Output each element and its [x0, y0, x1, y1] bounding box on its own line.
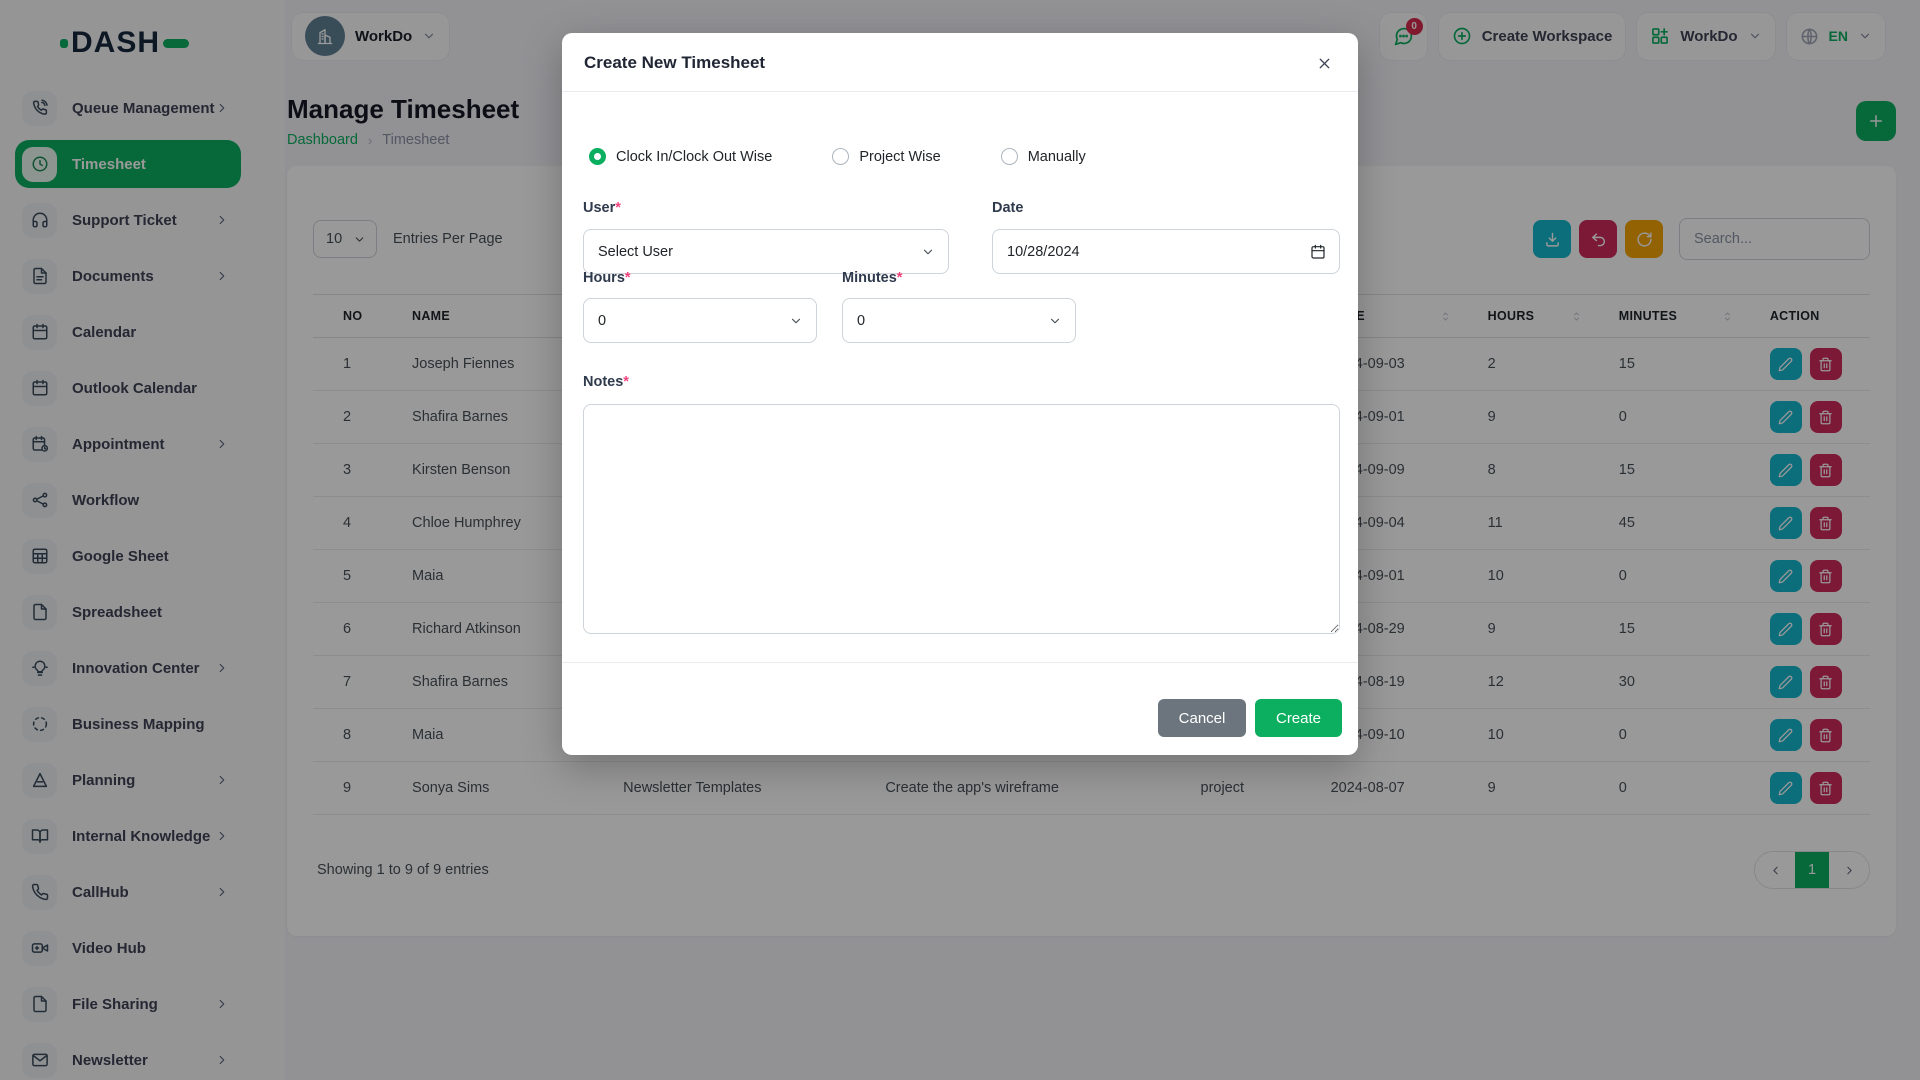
notes-label: Notes*	[583, 374, 629, 390]
radio-icon	[832, 148, 849, 165]
minutes-select-value: 0	[857, 313, 865, 329]
minutes-label: Minutes*	[842, 270, 902, 286]
required-asterisk: *	[615, 200, 621, 216]
hours-select[interactable]: 0	[583, 298, 817, 343]
create-button[interactable]: Create	[1255, 699, 1342, 737]
cancel-button[interactable]: Cancel	[1158, 699, 1246, 737]
create-timesheet-modal: Create New Timesheet Clock In/Clock Out …	[562, 33, 1358, 755]
modal-footer-divider	[562, 662, 1358, 663]
required-asterisk: *	[897, 270, 903, 286]
app-screen: DASH Queue Management Timesheet Support …	[0, 0, 1920, 1080]
date-input-value: 10/28/2024	[1007, 244, 1080, 260]
hours-select-value: 0	[598, 313, 606, 329]
user-select[interactable]: Select User	[583, 229, 949, 274]
radio-option-clock-in-clock-out-wise[interactable]: Clock In/Clock Out Wise	[589, 148, 772, 165]
timesheet-type-radio-group: Clock In/Clock Out Wise Project Wise Man…	[589, 148, 1146, 165]
modal-header-divider	[562, 91, 1358, 92]
user-select-value: Select User	[598, 244, 673, 260]
chevron-down-icon	[1048, 314, 1062, 328]
modal-close-button[interactable]	[1310, 49, 1338, 77]
radio-option-manually[interactable]: Manually	[1001, 148, 1086, 165]
required-asterisk: *	[623, 374, 629, 390]
radio-icon	[589, 148, 606, 165]
chevron-down-icon	[789, 314, 803, 328]
required-asterisk: *	[625, 270, 631, 286]
date-input[interactable]: 10/28/2024	[992, 229, 1340, 274]
radio-option-project-wise[interactable]: Project Wise	[832, 148, 940, 165]
close-icon	[1316, 55, 1333, 72]
radio-icon	[1001, 148, 1018, 165]
hours-label: Hours*	[583, 270, 631, 286]
minutes-select[interactable]: 0	[842, 298, 1076, 343]
calendar-icon	[1310, 244, 1326, 260]
user-label: User*	[583, 200, 621, 216]
modal-title: Create New Timesheet	[584, 53, 765, 73]
chevron-down-icon	[921, 245, 935, 259]
date-label: Date	[992, 200, 1023, 216]
notes-textarea[interactable]	[583, 404, 1340, 634]
